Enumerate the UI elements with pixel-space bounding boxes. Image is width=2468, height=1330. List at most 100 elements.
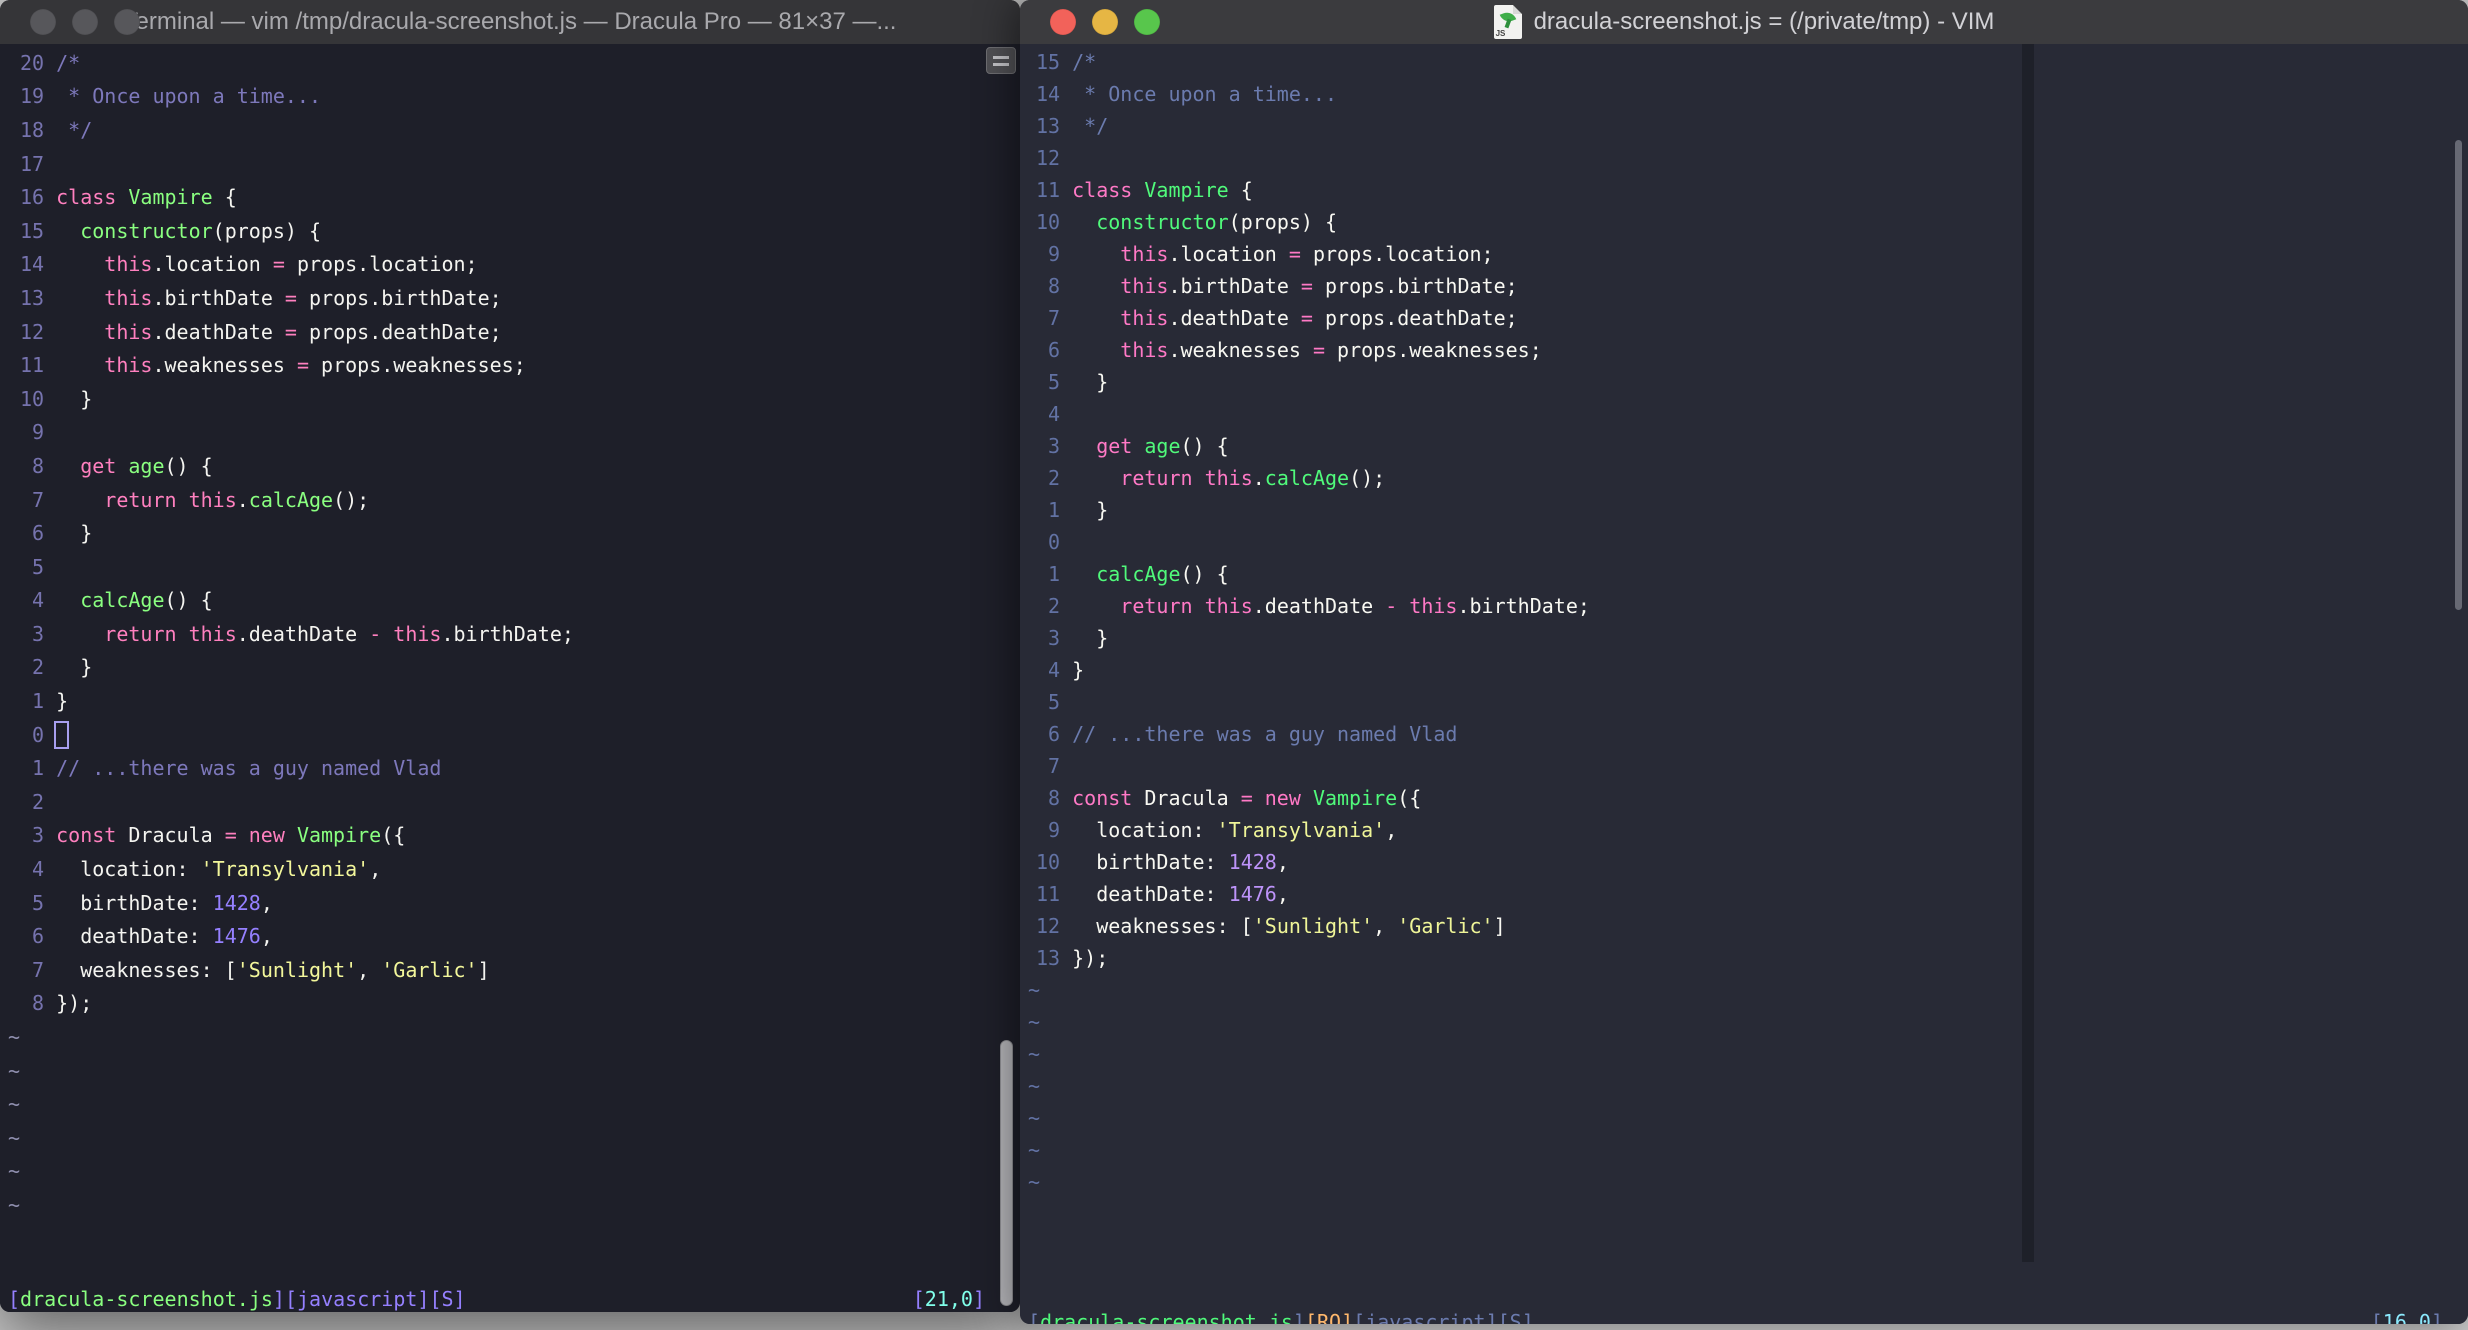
token-cyan: 16,0 [2382, 1310, 2431, 1324]
token-green: age [128, 453, 165, 478]
token-com: */ [56, 117, 93, 142]
token-fg: .location [152, 252, 273, 277]
token-com: ] [2430, 1310, 2443, 1324]
macvim-scrollbar-thumb[interactable] [2455, 140, 2462, 610]
token-pink: return this [1120, 466, 1253, 490]
line-number: 4 [1048, 402, 1061, 426]
line-number: 10 [1036, 850, 1061, 874]
token-pink: = [1300, 306, 1313, 330]
token-pink: this [104, 319, 153, 344]
token-pink: this [1120, 338, 1169, 362]
code-line: 8}); [0, 987, 1020, 1021]
statusline-file-info: [dracula-screenshot.js][RO][javascript][… [1028, 1310, 1534, 1324]
macvim-titlebar[interactable]: JS dracula-screenshot.js = (/private/tmp… [1020, 0, 2468, 45]
token-fg: , [260, 924, 273, 949]
split-pane-button[interactable] [986, 47, 1016, 74]
token-fg: { [1228, 178, 1253, 202]
token-green: calcAge [80, 588, 165, 613]
code-line: 15 constructor (props) { [0, 214, 1020, 248]
line-number: 13 [1036, 114, 1061, 138]
line-number: 5 [32, 554, 45, 579]
line-number: 12 [1036, 146, 1061, 170]
token-green: Vampire [1144, 178, 1229, 202]
zoom-button[interactable] [1134, 9, 1160, 35]
token-fg: , [369, 857, 382, 882]
token-fg [56, 320, 104, 344]
close-button[interactable] [30, 9, 56, 35]
code-line: 3 const Dracula = new Vampire({ [0, 819, 1020, 853]
code-line: 6 } [0, 516, 1020, 550]
zoom-button[interactable] [114, 9, 140, 35]
token-fg: birthDate: [56, 890, 213, 915]
token-fg [1072, 466, 1120, 490]
token-fg: . [236, 487, 249, 512]
token-purple: 1476 [1228, 882, 1277, 906]
line-number: 2 [32, 789, 45, 814]
code-line: 16 class Vampire { [0, 180, 1020, 214]
token-fg [381, 622, 393, 646]
terminal-titlebar[interactable]: Terminal — vim /tmp/dracula-screenshot.j… [0, 0, 1020, 45]
token-fg [1072, 210, 1096, 234]
code-line: 4} [1020, 654, 2468, 686]
code-line: 1 calcAge() { [1020, 558, 2468, 590]
token-fg: ] [1493, 914, 1506, 938]
token-com: /* [1072, 50, 1097, 74]
terminal-scrollbar-thumb[interactable] [1000, 1040, 1013, 1306]
token-yellow: 'Sunlight' [1252, 914, 1374, 938]
token-com: // ...there was a guy named Vlad [56, 756, 442, 781]
token-fg: .birthDate [152, 285, 285, 310]
token-fg: weaknesses: [ [1072, 914, 1253, 938]
code-line: 2 return this .deathDate - this .birthDate… [1020, 590, 2468, 622]
code-line: 8 const Dracula = new Vampire({ [1020, 782, 2468, 814]
line-number: 8 [32, 453, 45, 478]
vim-statusline: [dracula-screenshot.js][RO][javascript][… [1020, 1306, 2468, 1324]
line-number: 10 [20, 386, 45, 411]
code-line: 14 this .location = props.location; [0, 248, 1020, 282]
code-line: 7 [1020, 750, 2468, 782]
token-pink: this [104, 252, 153, 277]
token-fg: { [212, 185, 237, 210]
token-pink: const [1072, 786, 1145, 810]
line-number: 15 [1036, 50, 1061, 74]
minimize-button[interactable] [1092, 9, 1118, 35]
terminal-vim-buffer[interactable]: 20/* 19 * Once upon a time... 18 */17 16 cla… [0, 44, 1020, 1312]
token-green: Vampire [1312, 786, 1398, 810]
code-line: 7 this .deathDate = props.deathDate; [1020, 302, 2468, 334]
code-line: 4 [1020, 398, 2468, 430]
statusline-ruler: [16,0] [2371, 1310, 2443, 1324]
line-number: 14 [20, 252, 45, 277]
token-pink: return this [104, 621, 237, 646]
line-number: 7 [1048, 306, 1061, 330]
close-button[interactable] [1050, 9, 1076, 35]
token-fg: location: [1072, 818, 1217, 842]
tilde-line: ~ [1028, 1042, 1041, 1066]
line-number: 9 [32, 420, 45, 445]
token-green: dracula-screenshot.js [20, 1287, 273, 1311]
code-line: 3 } [1020, 622, 2468, 654]
line-number: 1 [1048, 562, 1061, 586]
token-green: dracula-screenshot.js [1040, 1310, 1293, 1324]
macvim-buffer[interactable]: 15/* 14 * Once upon a time... 13 */12 11 cla… [1020, 44, 2468, 1324]
token-orange: [RO] [1304, 1310, 1354, 1324]
code-line: 2 [0, 785, 1020, 819]
token-fg [56, 454, 80, 478]
token-pink: this [1120, 306, 1169, 330]
token-fg: (); [1349, 466, 1386, 490]
line-number: 6 [32, 521, 45, 546]
minimize-button[interactable] [72, 9, 98, 35]
line-number: 7 [1048, 754, 1061, 778]
code-line: 10 birthDate: 1428, [1020, 846, 2468, 878]
code-line: 11 class Vampire { [1020, 174, 2468, 206]
code-line: 12 [1020, 142, 2468, 174]
token-fg: (props) { [1228, 210, 1338, 234]
token-com: [ [2370, 1310, 2383, 1324]
token-fg [56, 219, 80, 243]
token-fg: deathDate: [56, 924, 213, 949]
token-fg: } [56, 689, 69, 714]
tilde-line: ~ [1028, 1170, 1041, 1194]
token-pink: = [296, 353, 309, 378]
code-line: 6 deathDate: 1476, [0, 919, 1020, 953]
token-fg: }); [56, 991, 93, 1016]
line-number: 7 [32, 487, 45, 512]
token-pink: = [1300, 274, 1313, 298]
